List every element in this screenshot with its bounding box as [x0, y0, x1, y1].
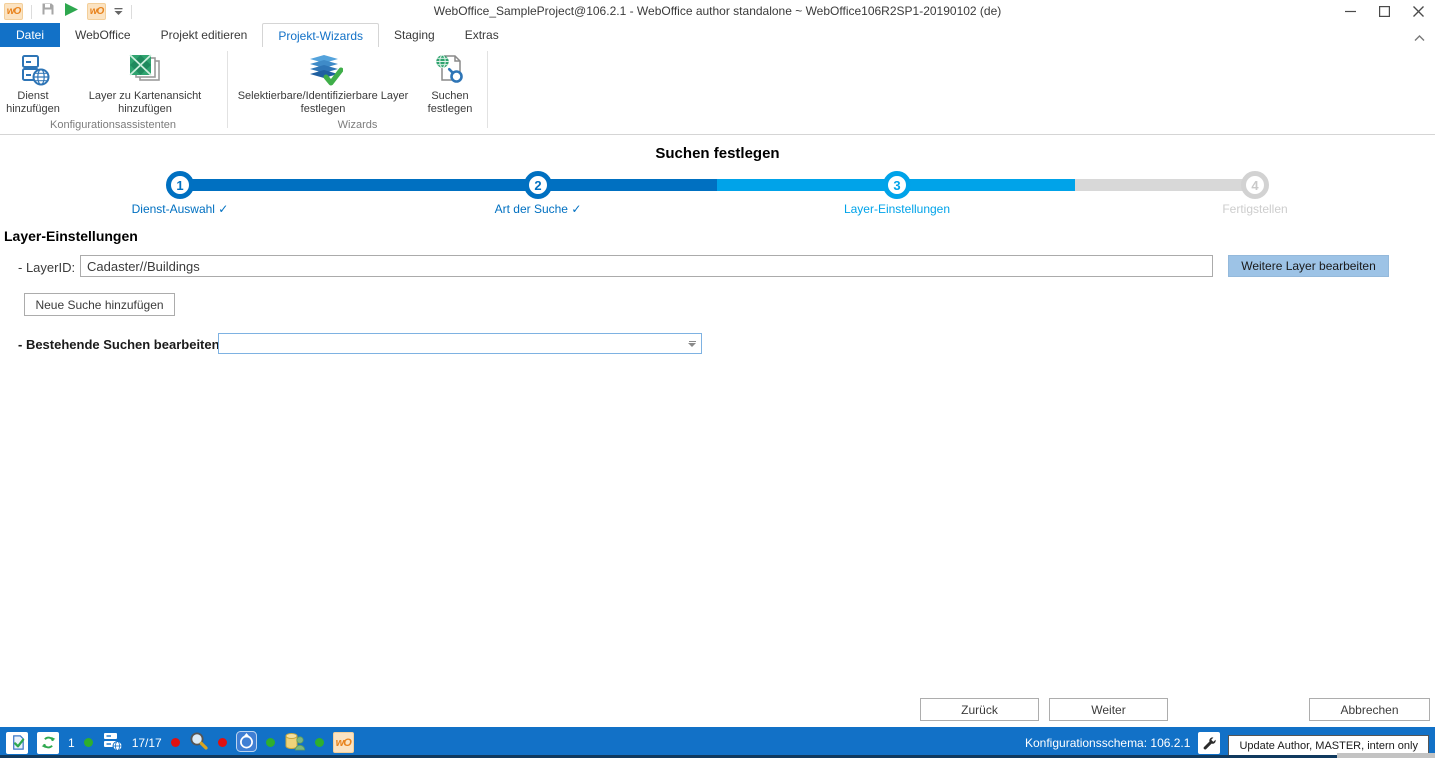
step-label-dienst-auswahl: Dienst-Auswahl ✓ — [60, 202, 300, 216]
status-database-user-icon[interactable] — [284, 731, 306, 755]
ribbon-button-label: Dienst hinzufügen — [4, 90, 62, 116]
tab-staging[interactable]: Staging — [379, 23, 450, 47]
statusbar: 1 17/17 — [0, 727, 1435, 758]
step-label-fertigstellen: Fertigstellen — [1135, 202, 1375, 216]
status-dot-green — [315, 738, 324, 747]
ribbon-group-wizards: Selektierbare/Identifizierbare Layer fes… — [229, 47, 486, 134]
tab-projekt-editieren[interactable]: Projekt editieren — [146, 23, 263, 47]
ribbon-group-label: Wizards — [229, 117, 486, 134]
layer-zu-kartenansicht-button[interactable]: Layer zu Kartenansicht hinzufügen — [66, 49, 224, 116]
layer-count: 17/17 — [132, 736, 162, 750]
tab-extras[interactable]: Extras — [450, 23, 514, 47]
divider — [131, 5, 132, 19]
run-icon[interactable] — [64, 2, 79, 22]
wizard-page: Suchen festlegen 1 2 3 4 Dienst-Auswahl … — [0, 136, 1435, 727]
ribbon-button-label: Selektierbare/Identifizierbare Layer fes… — [233, 90, 413, 116]
selektierbare-layer-button[interactable]: Selektierbare/Identifizierbare Layer fes… — [229, 49, 417, 116]
minimize-button[interactable] — [1333, 0, 1367, 23]
status-doc-check-icon[interactable] — [6, 732, 28, 754]
tab-datei[interactable]: Datei — [0, 23, 60, 47]
app-window: wO wO WebOffice_SampleProject@106.2.1 - … — [0, 0, 1435, 758]
ribbon-group-label: Konfigurationsassistenten — [0, 117, 226, 134]
schema-label: Konfigurationsschema: 106.2.1 — [1025, 736, 1190, 750]
status-weboffice-icon[interactable]: wO — [333, 732, 354, 753]
ribbon-group-separator — [227, 51, 228, 128]
step-label-art-der-suche: Art der Suche ✓ — [418, 202, 658, 216]
cancel-button[interactable]: Abbrechen — [1309, 698, 1430, 721]
progress-segment-done — [180, 179, 717, 191]
dienst-hinzufuegen-button[interactable]: Dienst hinzufügen — [0, 49, 66, 116]
status-dot-green — [266, 738, 275, 747]
titlebar: wO wO WebOffice_SampleProject@106.2.1 - … — [0, 0, 1435, 23]
existing-search-label: - Bestehende Suchen bearbeiten: — [18, 337, 224, 352]
window-controls — [1333, 0, 1435, 23]
suchen-festlegen-button[interactable]: Suchen festlegen — [417, 49, 483, 116]
status-dot-green — [84, 738, 93, 747]
layerid-input[interactable] — [80, 255, 1213, 277]
tab-projekt-wizards[interactable]: Projekt-Wizards — [262, 23, 379, 47]
layerid-label: - LayerID: — [18, 260, 75, 275]
step-circle-2: 2 — [524, 171, 552, 199]
section-heading: Layer-Einstellungen — [4, 228, 138, 244]
ribbon: Dienst hinzufügen Layer zu Kartenansicht… — [0, 47, 1435, 135]
step-circle-1: 1 — [166, 171, 194, 199]
layers-check-icon — [303, 52, 343, 88]
ribbon-button-label: Suchen festlegen — [421, 90, 479, 116]
quick-access-toolbar: wO wO — [4, 2, 132, 21]
step-circle-3: 3 — [883, 171, 911, 199]
wrench-icon[interactable] — [1198, 732, 1220, 754]
next-button[interactable]: Weiter — [1049, 698, 1168, 721]
ribbon-group-separator — [487, 51, 488, 128]
doc-search-icon — [433, 52, 467, 88]
step-label-layer-einstellungen: Layer-Einstellungen — [777, 202, 1017, 216]
status-search-icon[interactable] — [189, 731, 209, 754]
status-dot-red — [218, 738, 227, 747]
ribbon-group-konfigurationsassistenten: Dienst hinzufügen Layer zu Kartenansicht… — [0, 47, 226, 134]
ribbon-collapse-icon[interactable] — [1414, 29, 1425, 47]
close-button[interactable] — [1401, 0, 1435, 23]
window-title: WebOffice_SampleProject@106.2.1 - WebOff… — [200, 0, 1235, 23]
save-icon[interactable] — [40, 1, 56, 22]
sync-count: 1 — [68, 736, 75, 750]
status-server-icon[interactable] — [102, 731, 123, 755]
map-layers-icon — [127, 52, 163, 88]
qat-dropdown-icon[interactable] — [114, 3, 123, 21]
taskbar-corner — [1337, 753, 1435, 758]
status-dot-red — [171, 738, 180, 747]
edit-more-layers-button[interactable]: Weitere Layer bearbeiten — [1228, 255, 1389, 277]
app-logo-icon[interactable]: wO — [4, 3, 23, 20]
add-search-button[interactable]: Neue Suche hinzufügen — [24, 293, 175, 316]
ribbon-tab-bar: Datei WebOffice Projekt editieren Projek… — [0, 23, 1435, 47]
wizard-title: Suchen festlegen — [0, 145, 1435, 162]
step-circle-4: 4 — [1241, 171, 1269, 199]
back-button[interactable]: Zurück — [920, 698, 1039, 721]
status-sync-icon[interactable] — [37, 732, 59, 754]
server-globe-icon — [16, 52, 50, 88]
divider — [31, 5, 32, 19]
existing-search-select[interactable] — [218, 333, 702, 354]
chevron-down-icon[interactable] — [683, 341, 701, 347]
tab-weboffice[interactable]: WebOffice — [60, 23, 146, 47]
status-globe-icon[interactable] — [236, 731, 257, 755]
weboffice-qat-icon[interactable]: wO — [87, 3, 106, 20]
progress-segment-pending — [1075, 179, 1255, 191]
maximize-button[interactable] — [1367, 0, 1401, 23]
ribbon-button-label: Layer zu Kartenansicht hinzufügen — [70, 90, 220, 116]
